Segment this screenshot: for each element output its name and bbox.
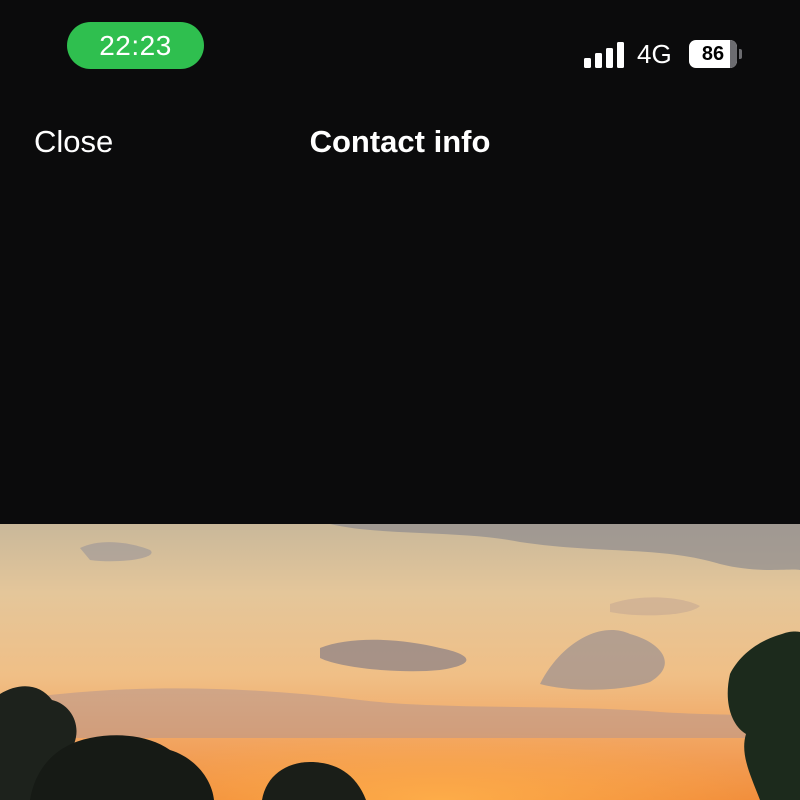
page-title: Contact info xyxy=(309,124,491,159)
navigation-bar: Contact info Close xyxy=(0,110,800,174)
status-time[interactable]: 22:23 xyxy=(67,22,204,69)
sunset-landscape-photo xyxy=(0,524,800,800)
profile-photo[interactable] xyxy=(0,524,800,800)
close-button[interactable]: Close xyxy=(34,122,113,162)
network-type-label: 4G xyxy=(637,39,672,69)
battery-icon: 86 xyxy=(689,40,742,68)
cellular-signal-icon xyxy=(584,40,626,68)
status-bar: 22:23 4G 86 xyxy=(0,0,800,90)
contact-info-screen: 22:23 4G 86 Contact info Close xyxy=(0,0,800,800)
battery-body: 86 xyxy=(689,40,737,68)
battery-level-text: 86 xyxy=(701,43,725,65)
battery-tip xyxy=(739,49,742,59)
